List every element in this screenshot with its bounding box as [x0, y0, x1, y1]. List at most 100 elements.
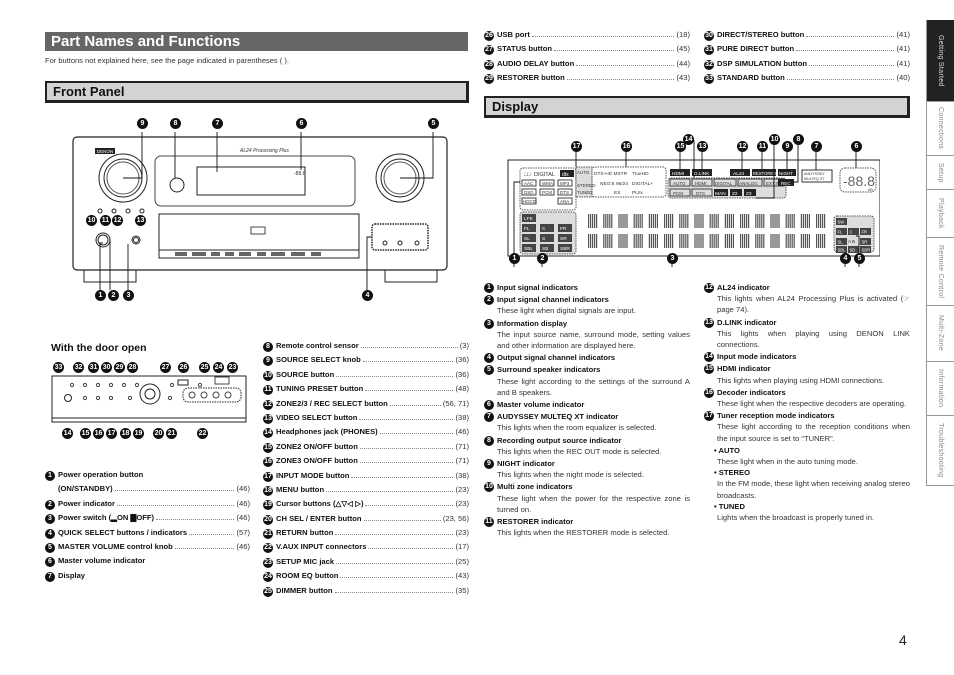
callout-marker: 1: [509, 253, 520, 264]
callout-marker: 13: [135, 215, 146, 226]
description-item: 2 Input signal channel indicators These li…: [484, 294, 690, 316]
tuner-mode-item: • TUNED Lights when the broadcast is prop…: [704, 501, 910, 523]
chapter-tab-label: Remote Control: [937, 244, 944, 299]
input-channel-label: FR: [560, 226, 567, 232]
dot-matrix-character: [816, 214, 826, 228]
chapter-tab[interactable]: Getting Started: [926, 20, 954, 102]
description-heading: 3 Information display: [484, 318, 690, 329]
list-item: 29 RESTORER button (43): [484, 73, 690, 87]
chapter-tab-label: Setup: [937, 162, 944, 183]
chapter-tab-label: Troubleshooting: [937, 423, 944, 478]
dot-matrix-character: [588, 214, 598, 228]
leader-dots: [334, 591, 454, 593]
svg-text:RESTORER: RESTORER: [753, 171, 776, 176]
list-item: 21 RETURN button (23): [263, 528, 469, 542]
output-channel-label: FL: [838, 230, 844, 235]
page-reference: (45): [676, 44, 690, 54]
chapter-tab[interactable]: Remote Control: [926, 238, 954, 306]
chapter-tab[interactable]: Troubleshooting: [926, 416, 954, 486]
description-item: 13 D.LINK indicator This lights when playi…: [704, 317, 910, 351]
item-number: 25: [263, 586, 273, 597]
item-number: 10: [484, 482, 494, 493]
svg-text:AUTO: AUTO: [673, 181, 686, 186]
chapter-tabs: Getting Started Connections Setup Playback R…: [926, 20, 954, 486]
callout-marker: 8: [793, 134, 804, 145]
item-number: 20: [263, 514, 273, 525]
page-reference: (44): [676, 58, 690, 68]
chapter-tab[interactable]: Information: [926, 362, 954, 416]
list-item: 14 Headphones jack (PHONES) (46): [263, 427, 469, 441]
page-reference: (38): [455, 470, 469, 480]
input-channel-label: C: [542, 226, 546, 232]
front-panel-diagram: DENON AL24 Processing Plus -88.8 9 8 7 6…: [45, 112, 465, 312]
dot-matrix-character: [694, 234, 704, 248]
item-label: AUDIO DELAY button: [497, 58, 575, 68]
input-channel-label: S: [542, 236, 545, 242]
item-number: 5: [484, 365, 494, 376]
description-heading: 2 Input signal channel indicators: [484, 294, 690, 306]
callout-marker: 3: [667, 253, 678, 264]
item-label: RETURN button: [276, 528, 334, 538]
description-heading: 8 Recording output source indicator: [484, 435, 690, 446]
dot-matrix-character: [648, 214, 658, 228]
callout-marker: 10: [769, 134, 780, 145]
item-number: 30: [704, 31, 714, 41]
dot-matrix-character: [588, 234, 598, 248]
callout-marker: 26: [178, 362, 189, 373]
item-label: DSP SIMULATION button: [717, 58, 807, 68]
list-item: 20 CH SEL / ENTER button (23, 56): [263, 514, 469, 528]
description-heading: 13 D.LINK indicator: [704, 317, 777, 328]
dot-matrix-character: [785, 234, 795, 248]
dot-matrix-character: [679, 234, 689, 248]
output-channel-label: SB: [850, 248, 856, 253]
leader-dots: [806, 36, 895, 37]
page-reference: (3): [459, 341, 469, 350]
list-item: 28 AUDIO DELAY button (44): [484, 59, 690, 73]
callout-marker: 28: [127, 362, 138, 373]
dot-matrix-character: [724, 234, 734, 248]
chapter-tab-label: Playback: [937, 198, 944, 229]
callout-marker: 3: [123, 290, 134, 301]
description-text: This lights when playing using DENON LIN…: [717, 328, 910, 350]
chapter-tab[interactable]: Setup: [926, 156, 954, 190]
leader-dots: [566, 79, 675, 81]
output-channel-label: FR: [862, 230, 868, 235]
leader-dots: [360, 347, 458, 348]
description-text: This lights when AL24 Processing Plus is…: [717, 294, 910, 315]
list-item: 32 DSP SIMULATION button (41): [704, 59, 910, 73]
svg-text:TrueHD: TrueHD: [632, 171, 649, 177]
output-channel-label: SL: [838, 240, 844, 245]
page-reference: (46): [455, 427, 469, 437]
item-label: USB port: [497, 30, 530, 39]
description-heading: 5 Surround speaker indicators: [484, 364, 690, 376]
description-heading: 11 RESTORER indicator: [484, 517, 574, 528]
leader-dots: [335, 534, 454, 536]
page-reference: (23, 56): [442, 513, 469, 523]
item-label: SETUP MIC jack: [276, 556, 335, 566]
dot-matrix-character: [633, 234, 643, 248]
page-reference: (35): [455, 585, 469, 595]
callout-marker: 27: [160, 362, 171, 373]
description-item: 17 Tuner reception mode indicators These l…: [704, 410, 910, 444]
intro-text: For buttons not explained here, see the …: [45, 56, 289, 65]
item-number: 21: [263, 529, 273, 540]
output-channel-label: SBL: [838, 248, 847, 253]
display-list-right: 12 AL24 indicator This lights when AL24 Pr…: [704, 282, 910, 523]
callout-marker: 24: [213, 362, 224, 373]
dot-matrix-character: [785, 214, 795, 228]
item-number: 7: [484, 412, 494, 423]
item-label: Remote control sensor: [276, 341, 359, 350]
tuner-mode-text: Lights when the broadcast is properly tu…: [717, 513, 875, 523]
item-number: 15: [704, 364, 714, 375]
leader-dots: [359, 447, 454, 449]
chapter-tab[interactable]: Playback: [926, 190, 954, 238]
svg-text:DTS-HD MSTR: DTS-HD MSTR: [594, 171, 628, 177]
callout-marker: 6: [296, 118, 307, 129]
chapter-tab[interactable]: Multi-Zone: [926, 306, 954, 362]
item-label: INPUT MODE button: [276, 470, 350, 480]
svg-text:MAN: MAN: [715, 191, 726, 197]
item-number: 26: [484, 31, 494, 41]
item-label: RESTORER button: [497, 73, 565, 83]
chapter-tab[interactable]: Connections: [926, 102, 954, 156]
chapter-tab-label: Information: [937, 369, 944, 408]
